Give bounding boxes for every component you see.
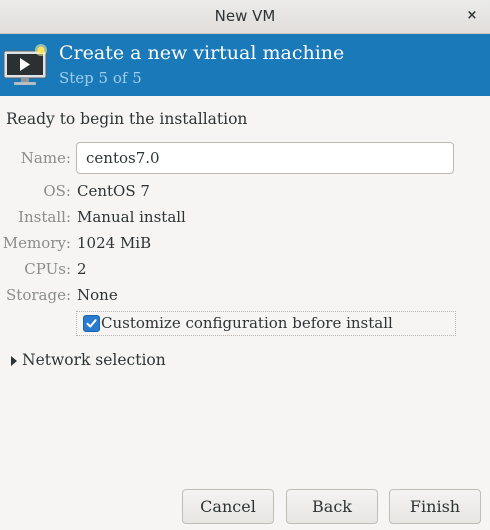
header-banner: Create a new virtual machine Step 5 of 5: [0, 34, 490, 96]
vm-console-icon: [3, 44, 47, 85]
storage-value: None: [77, 286, 118, 304]
memory-value: 1024 MiB: [77, 234, 152, 252]
checkmark-icon: [86, 319, 97, 328]
banner-heading: Create a new virtual machine: [59, 42, 345, 64]
title-bar: New VM ×: [0, 0, 490, 34]
customize-checkbox[interactable]: [83, 315, 100, 332]
cpus-label: CPUs:: [24, 260, 71, 278]
back-button[interactable]: Back: [286, 489, 378, 524]
os-value: CentOS 7: [77, 182, 150, 200]
finish-button[interactable]: Finish: [389, 489, 481, 524]
cpus-value: 2: [77, 260, 87, 278]
storage-label: Storage:: [6, 286, 71, 304]
banner-step: Step 5 of 5: [59, 69, 142, 87]
install-label: Install:: [18, 208, 71, 226]
install-value: Manual install: [77, 208, 186, 226]
name-field[interactable]: [76, 142, 454, 174]
expander-arrow-icon: [11, 356, 17, 366]
customize-checkbox-row[interactable]: Customize configuration before install: [76, 311, 456, 336]
cancel-button[interactable]: Cancel: [182, 489, 274, 524]
ready-heading: Ready to begin the installation: [6, 110, 248, 128]
window-title: New VM: [214, 7, 276, 25]
network-expander-label[interactable]: Network selection: [22, 351, 166, 369]
close-icon[interactable]: ×: [462, 6, 482, 26]
memory-label: Memory:: [2, 234, 71, 252]
name-label: Name:: [20, 149, 71, 167]
customize-label[interactable]: Customize configuration before install: [101, 314, 393, 332]
os-label: OS:: [43, 182, 71, 200]
